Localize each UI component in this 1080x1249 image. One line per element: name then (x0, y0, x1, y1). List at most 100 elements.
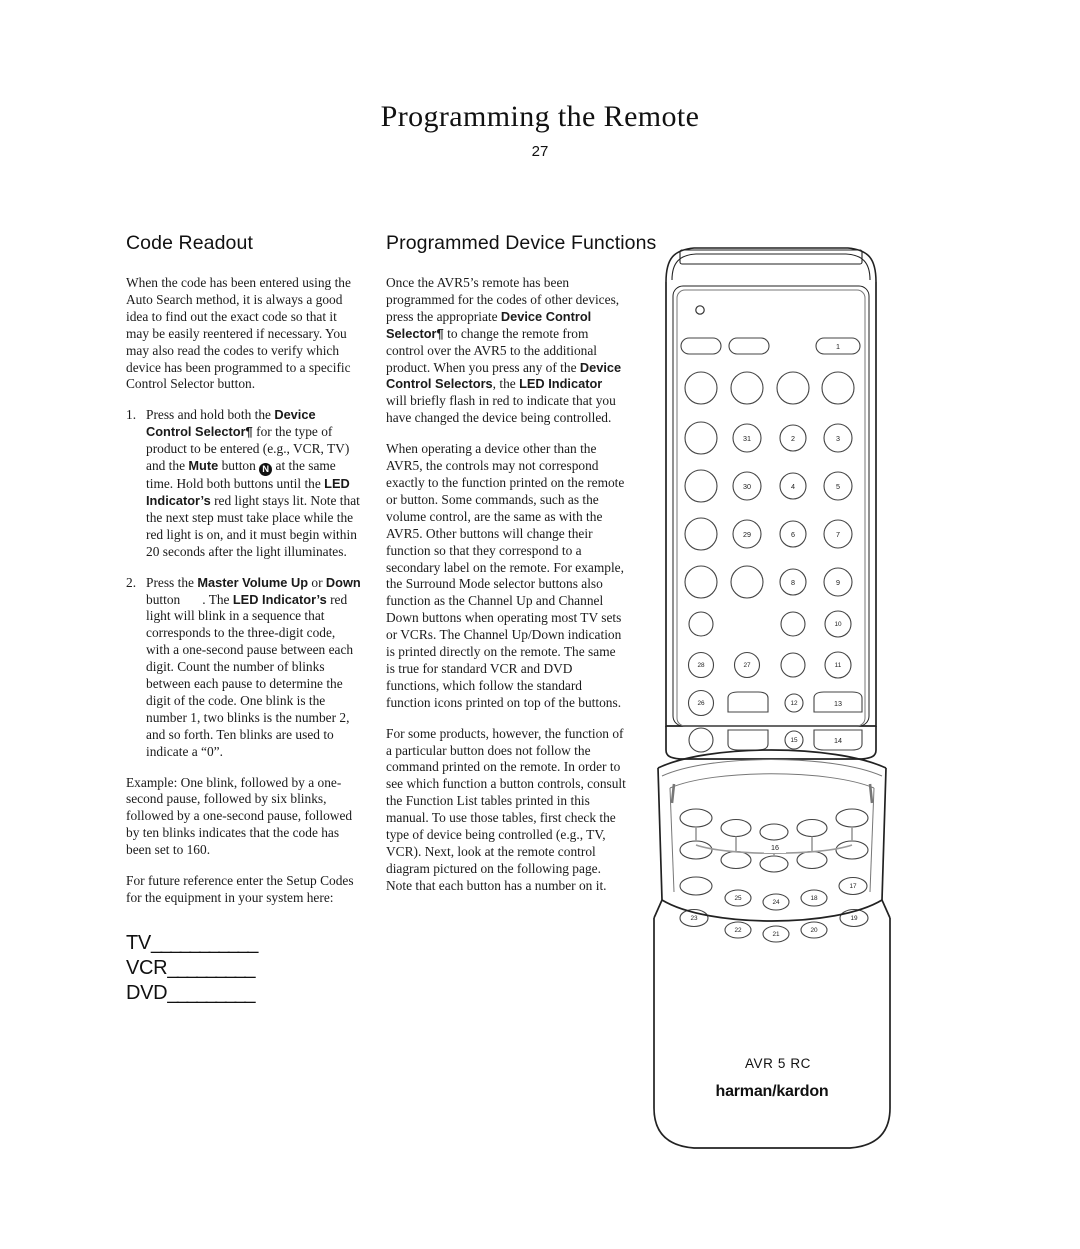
par-text-part: , the (492, 376, 520, 392)
remote-control-diagram: 1 31 2 3 30 4 5 29 6 7 8 9 10 28 27 11 2… (648, 228, 898, 1178)
device-selector-button (728, 337, 770, 355)
remote-button (688, 727, 714, 753)
page-title: Programming the Remote (380, 100, 700, 133)
par-text-part: will briefly flash in red to indicate th… (386, 393, 616, 426)
callout-31: 31 (743, 434, 751, 443)
step-text-part: button (218, 458, 260, 474)
setup-code-fields: TV___________ VCR_________ DVD_________ (126, 931, 362, 1006)
callout-1: 1 (836, 342, 840, 351)
left-column: Code Readout When the code has been ente… (126, 232, 362, 1006)
callout-2: 2 (791, 434, 795, 443)
example-paragraph: Example: One blink, followed by a one-se… (126, 774, 353, 858)
code-readout-heading: Code Readout (126, 232, 253, 254)
callout-11: 11 (835, 662, 842, 669)
remote-button (776, 371, 810, 405)
callout-23: 23 (690, 915, 698, 922)
remote-button (684, 421, 718, 455)
list-item: 1. Press and hold both the Device Control… (126, 407, 362, 560)
setup-code-row: DVD_________ (126, 981, 362, 1006)
callout-10: 10 (834, 621, 842, 628)
programmed-functions-paragraph-2: When operating a device other than the A… (386, 441, 625, 710)
callout-5: 5 (836, 482, 840, 491)
remote-model-label: AVR 5 RC (745, 1056, 811, 1071)
remote-button (679, 840, 713, 860)
callout-8: 8 (791, 578, 795, 587)
step-bold-term: Master Volume Up (197, 574, 309, 590)
remote-button (759, 855, 789, 873)
right-column: Programmed Device Functions Once the AVR… (386, 232, 656, 895)
remote-button (684, 565, 718, 599)
remote-button (835, 808, 869, 828)
step-text-part: red light will blink in a sequence that … (146, 591, 354, 759)
step-bold-term: Mute (188, 458, 219, 474)
code-readout-intro: When the code has been entered using the… (126, 275, 351, 392)
callout-30: 30 (743, 482, 751, 491)
callout-13: 13 (834, 699, 842, 708)
callout-14: 14 (834, 736, 842, 745)
callout-19: 19 (850, 915, 858, 922)
remote-button (780, 652, 806, 678)
tv-code-label: TV (126, 931, 151, 954)
callout-28: 28 (697, 662, 705, 669)
callout-20: 20 (810, 927, 818, 934)
callout-15: 15 (790, 737, 798, 744)
setup-code-row: TV___________ VCR_________ (126, 931, 362, 981)
remote-button (759, 823, 789, 841)
remote-brand-logo: harman/kardon (716, 1083, 829, 1100)
tv-code-blank[interactable]: ___________ (151, 932, 258, 954)
remote-button (835, 840, 869, 860)
remote-button (730, 371, 764, 405)
callout-22: 22 (734, 927, 742, 934)
vcr-code-blank[interactable]: _________ (167, 957, 255, 979)
remote-button (720, 850, 752, 870)
callout-21: 21 (772, 931, 780, 938)
remote-button (796, 850, 828, 870)
programmed-functions-paragraph-1: Once the AVR5’s remote has been programm… (386, 275, 626, 427)
callout-9: 9 (836, 578, 840, 587)
step-number: 1. (126, 407, 137, 423)
future-reference-paragraph: For future reference enter the Setup Cod… (126, 873, 354, 905)
code-readout-steps: 1. Press and hold both the Device Control… (126, 407, 362, 760)
callout-27: 27 (743, 662, 751, 669)
callout-3: 3 (836, 434, 840, 443)
par-bold-term: LED Indicator (519, 376, 603, 392)
remote-button (688, 611, 714, 637)
callout-6: 6 (791, 530, 795, 539)
remote-button (679, 808, 713, 828)
callout-12: 12 (790, 700, 798, 707)
pilcrow-icon: ¶ (245, 424, 253, 440)
pilcrow-icon: ¶ (436, 325, 444, 341)
callout-18: 18 (810, 895, 818, 902)
page-number: 27 (531, 143, 549, 160)
remote-button (796, 818, 828, 838)
callout-16: 16 (771, 843, 779, 852)
step-text-part: button (146, 591, 181, 607)
remote-button (730, 565, 764, 599)
callout-29: 29 (743, 530, 751, 539)
step-bold-term: LED Indicator’s (232, 591, 327, 607)
step-bold-term: Down (325, 574, 361, 590)
programmed-functions-paragraph-3: For some products, however, the function… (386, 725, 626, 893)
callout-17: 17 (849, 883, 857, 890)
remote-button (679, 876, 713, 896)
remote-button (821, 371, 855, 405)
page-header: Programming the Remote 27 (0, 100, 1080, 160)
dvd-code-label: DVD (126, 981, 168, 1004)
callout-4: 4 (791, 482, 795, 491)
step-text-part: Press and hold both the (146, 407, 275, 423)
remote-button (720, 818, 752, 838)
callout-25: 25 (734, 895, 742, 902)
step-text-part: Press the (146, 574, 198, 590)
device-selector-button (680, 337, 722, 355)
remote-button (780, 611, 806, 637)
callout-7: 7 (836, 530, 840, 539)
step-text-part: or (308, 574, 326, 590)
callout-24: 24 (772, 899, 780, 906)
step-text-part: . The (202, 591, 233, 607)
remote-button (684, 371, 718, 405)
remote-button (727, 729, 769, 751)
remote-button (727, 691, 769, 713)
dvd-code-blank[interactable]: _________ (167, 982, 255, 1004)
list-item: 2. Press the Master Volume Up or Down but… (126, 575, 362, 761)
led-indicator-dot (695, 305, 705, 315)
